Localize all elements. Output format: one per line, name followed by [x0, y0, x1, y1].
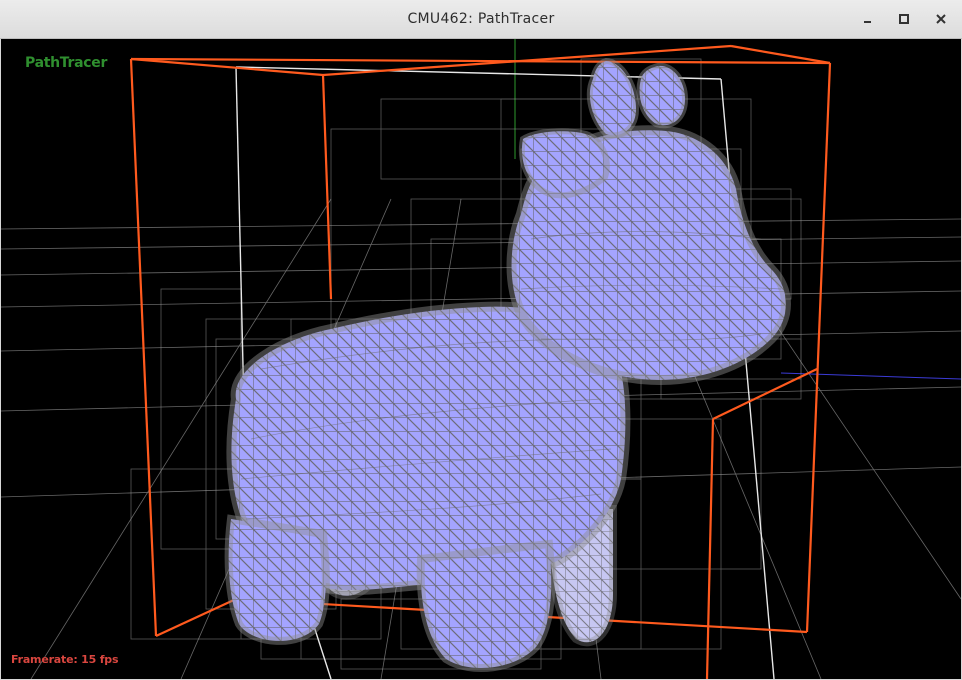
maximize-icon [899, 14, 909, 24]
close-icon [936, 14, 946, 24]
title-bar[interactable]: CMU462: PathTracer [0, 0, 962, 39]
close-button[interactable] [931, 9, 951, 29]
app-label: PathTracer [25, 55, 108, 71]
render-viewport[interactable]: PathTracer Framerate: 15 fps [1, 39, 961, 679]
window-title: CMU462: PathTracer [407, 11, 555, 27]
maximize-button[interactable] [894, 9, 914, 29]
minimize-icon [864, 21, 871, 23]
app-window: CMU462: PathTracer PathTracer Framerate:… [0, 0, 962, 680]
framerate-label: Framerate: 15 fps [11, 653, 119, 666]
cow-mesh [224, 57, 791, 673]
minimize-button[interactable] [858, 9, 878, 29]
scene-canvas[interactable] [1, 39, 961, 679]
